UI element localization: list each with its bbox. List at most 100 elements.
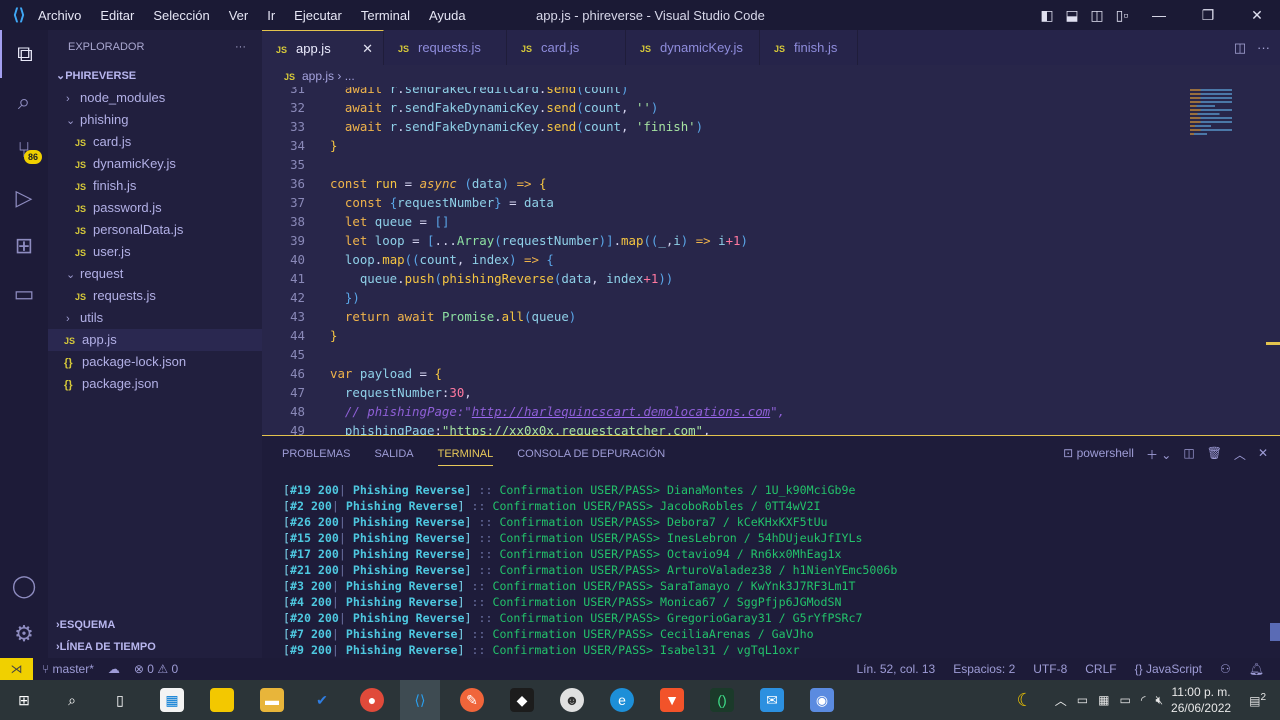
code-line[interactable]: await r.sendFakeDynamicKey.send(count, '… xyxy=(330,119,703,134)
app-icon[interactable]: ◉ xyxy=(810,688,834,712)
menu-seleccion[interactable]: Selección xyxy=(153,8,209,23)
encoding[interactable]: UTF-8 xyxy=(1033,658,1067,680)
explorer-icon[interactable]: ⧉ xyxy=(0,30,48,78)
tree-file[interactable]: {} package.json xyxy=(48,373,262,395)
file-explorer-icon[interactable]: ▬ xyxy=(260,688,284,712)
code-line[interactable]: let loop = [...Array(requestNumber)].map… xyxy=(330,233,748,248)
taskbar-search-icon[interactable]: ⌕ xyxy=(60,688,84,712)
run-debug-icon[interactable]: ▷ xyxy=(0,174,48,222)
app-icon[interactable]: ☻ xyxy=(560,688,584,712)
battery-icon[interactable]: ▭ xyxy=(1119,693,1130,707)
app-icon[interactable]: () xyxy=(710,688,734,712)
tree-file[interactable]: JS finish.js xyxy=(48,175,262,197)
code-line[interactable]: loop.map((count, index) => { xyxy=(330,252,554,267)
restore-button[interactable]: ❐ xyxy=(1185,7,1231,24)
task-view-icon[interactable]: ▯ xyxy=(108,688,132,712)
code-line[interactable]: phishingPage:"https://xx0x0x.requestcatc… xyxy=(330,423,711,435)
notifications-bell-icon[interactable]: 🔔︎ xyxy=(1249,658,1264,680)
menu-ayuda[interactable]: Ayuda xyxy=(429,8,466,23)
search-icon[interactable]: ⌕ xyxy=(0,78,48,126)
close-window-button[interactable]: ✕ xyxy=(1234,7,1280,24)
remote-explorer-icon[interactable]: ▭ xyxy=(0,270,48,318)
close-panel-icon[interactable]: ✕ xyxy=(1258,446,1268,463)
remote-indicator-icon[interactable]: ⋊ xyxy=(0,658,33,680)
indentation[interactable]: Espacios: 2 xyxy=(953,658,1015,680)
wifi-icon[interactable]: ◜ xyxy=(1141,693,1146,707)
maximize-panel-icon[interactable]: ︿ xyxy=(1234,446,1246,463)
cursor-position[interactable]: Lín. 52, col. 13 xyxy=(856,658,935,680)
end-of-line[interactable]: CRLF xyxy=(1085,658,1116,680)
menu-ir[interactable]: Ir xyxy=(267,8,275,23)
branch-indicator[interactable]: ⑂ master* xyxy=(42,658,94,680)
language-mode[interactable]: {} JavaScript xyxy=(1135,658,1202,680)
windows-start-icon[interactable]: ⊞ xyxy=(12,688,36,712)
sync-icon[interactable]: ☁ xyxy=(108,658,120,680)
sticky-notes-icon[interactable] xyxy=(210,688,234,712)
tree-file[interactable]: JS card.js xyxy=(48,131,262,153)
code-line[interactable]: } xyxy=(330,138,337,153)
clock[interactable]: 11:00 p. m. 26/06/2022 xyxy=(1171,684,1231,716)
notification-center-icon[interactable]: ▤2 xyxy=(1249,692,1266,708)
volume-muted-icon[interactable]: 🔇︎ xyxy=(1155,693,1163,708)
problems-indicator[interactable]: ⊗ 0 ⚠ 0 xyxy=(134,658,178,680)
breadcrumb-symbol[interactable]: ... xyxy=(345,69,355,83)
close-tab-icon[interactable]: ✕ xyxy=(362,31,373,66)
more-actions-icon[interactable]: ··· xyxy=(1257,40,1270,55)
code-line[interactable]: const run = async (data) => { xyxy=(330,176,546,191)
code-line[interactable]: await r.sendFakeCreditCard.send(count) xyxy=(330,87,629,96)
tree-folder[interactable]: › utils xyxy=(48,307,262,329)
menu-ejecutar[interactable]: Ejecutar xyxy=(294,8,342,23)
new-terminal-icon[interactable]: ＋ ⌄ xyxy=(1146,446,1171,463)
todo-icon[interactable]: ✔ xyxy=(310,688,334,712)
code-line[interactable]: const {requestNumber} = data xyxy=(330,195,554,210)
tree-file[interactable]: JS dynamicKey.js xyxy=(48,153,262,175)
account-icon[interactable]: ◯ xyxy=(0,562,48,610)
brave-icon[interactable]: ▼ xyxy=(660,688,684,712)
tab-dynamickey-js[interactable]: JS dynamicKey.js xyxy=(626,30,760,65)
tree-file[interactable]: JS personalData.js xyxy=(48,219,262,241)
minimap[interactable] xyxy=(1190,87,1260,157)
tab-finish-js[interactable]: JS finish.js xyxy=(760,30,858,65)
code-line[interactable]: return await Promise.all(queue) xyxy=(330,309,576,324)
figma-icon[interactable]: ◆ xyxy=(510,688,534,712)
source-control-icon[interactable]: ⑂ 86 xyxy=(0,126,48,174)
panel-tab-debug-console[interactable]: CONSOLA DE DEPURACIÓN xyxy=(517,448,665,466)
code-line[interactable]: await r.sendFakeDynamicKey.send(count, '… xyxy=(330,100,658,115)
code-line[interactable]: queue.push(phishingReverse(data, index+1… xyxy=(330,271,673,286)
terminal-shell-selector[interactable]: ⊡ powershell xyxy=(1063,446,1134,463)
menu-archivo[interactable]: Archivo xyxy=(38,8,81,23)
outline-section[interactable]: ›ESQUEMA xyxy=(48,614,262,636)
split-terminal-icon[interactable]: ◫ xyxy=(1183,446,1194,463)
menu-ver[interactable]: Ver xyxy=(229,8,249,23)
toggle-secondary-sidebar-icon[interactable]: ◫ xyxy=(1086,7,1108,24)
meet-now-icon[interactable]: ▭ xyxy=(1077,693,1088,707)
more-actions-icon[interactable]: ··· xyxy=(235,30,246,65)
vscode-taskbar-icon[interactable]: ⟨⟩ xyxy=(400,680,440,720)
mail-icon[interactable]: ✉ xyxy=(760,688,784,712)
tree-file[interactable]: JS requests.js xyxy=(48,285,262,307)
postman-icon[interactable]: ✎ xyxy=(460,688,484,712)
workspace-root[interactable]: ⌄PHIREVERSE xyxy=(48,65,262,87)
panel-tab-problems[interactable]: PROBLEMAS xyxy=(282,448,350,466)
code-line[interactable]: var payload = { xyxy=(330,366,442,381)
code-line[interactable]: }) xyxy=(330,290,360,305)
menu-editar[interactable]: Editar xyxy=(100,8,134,23)
panel-tab-output[interactable]: SALIDA xyxy=(374,448,413,466)
kill-terminal-icon[interactable]: 🗑 xyxy=(1207,446,1222,463)
timeline-section[interactable]: ›LÍNEA DE TIEMPO xyxy=(48,636,262,658)
menu-terminal[interactable]: Terminal xyxy=(361,8,410,23)
tab-requests-js[interactable]: JS requests.js xyxy=(384,30,507,65)
code-line[interactable]: let queue = [] xyxy=(330,214,449,229)
weather-icon[interactable]: ☾ xyxy=(1017,690,1033,711)
panel-tab-terminal[interactable]: TERMINAL xyxy=(437,448,494,466)
customize-layout-icon[interactable]: ▯▫ xyxy=(1111,7,1133,24)
tree-folder[interactable]: › node_modules xyxy=(48,87,262,109)
tree-folder[interactable]: ⌄ request xyxy=(48,263,262,285)
settings-gear-icon[interactable]: ⚙ xyxy=(0,610,48,658)
chrome-icon[interactable]: ● xyxy=(360,688,384,712)
editor-scrollbar[interactable] xyxy=(1266,342,1280,345)
split-editor-icon[interactable]: ◫ xyxy=(1234,40,1246,55)
edge-icon[interactable]: e xyxy=(610,688,634,712)
code-line[interactable]: // phishingPage:"http://harlequincscart.… xyxy=(330,404,785,419)
tab-app-js[interactable]: JS app.js ✕ xyxy=(262,30,384,65)
